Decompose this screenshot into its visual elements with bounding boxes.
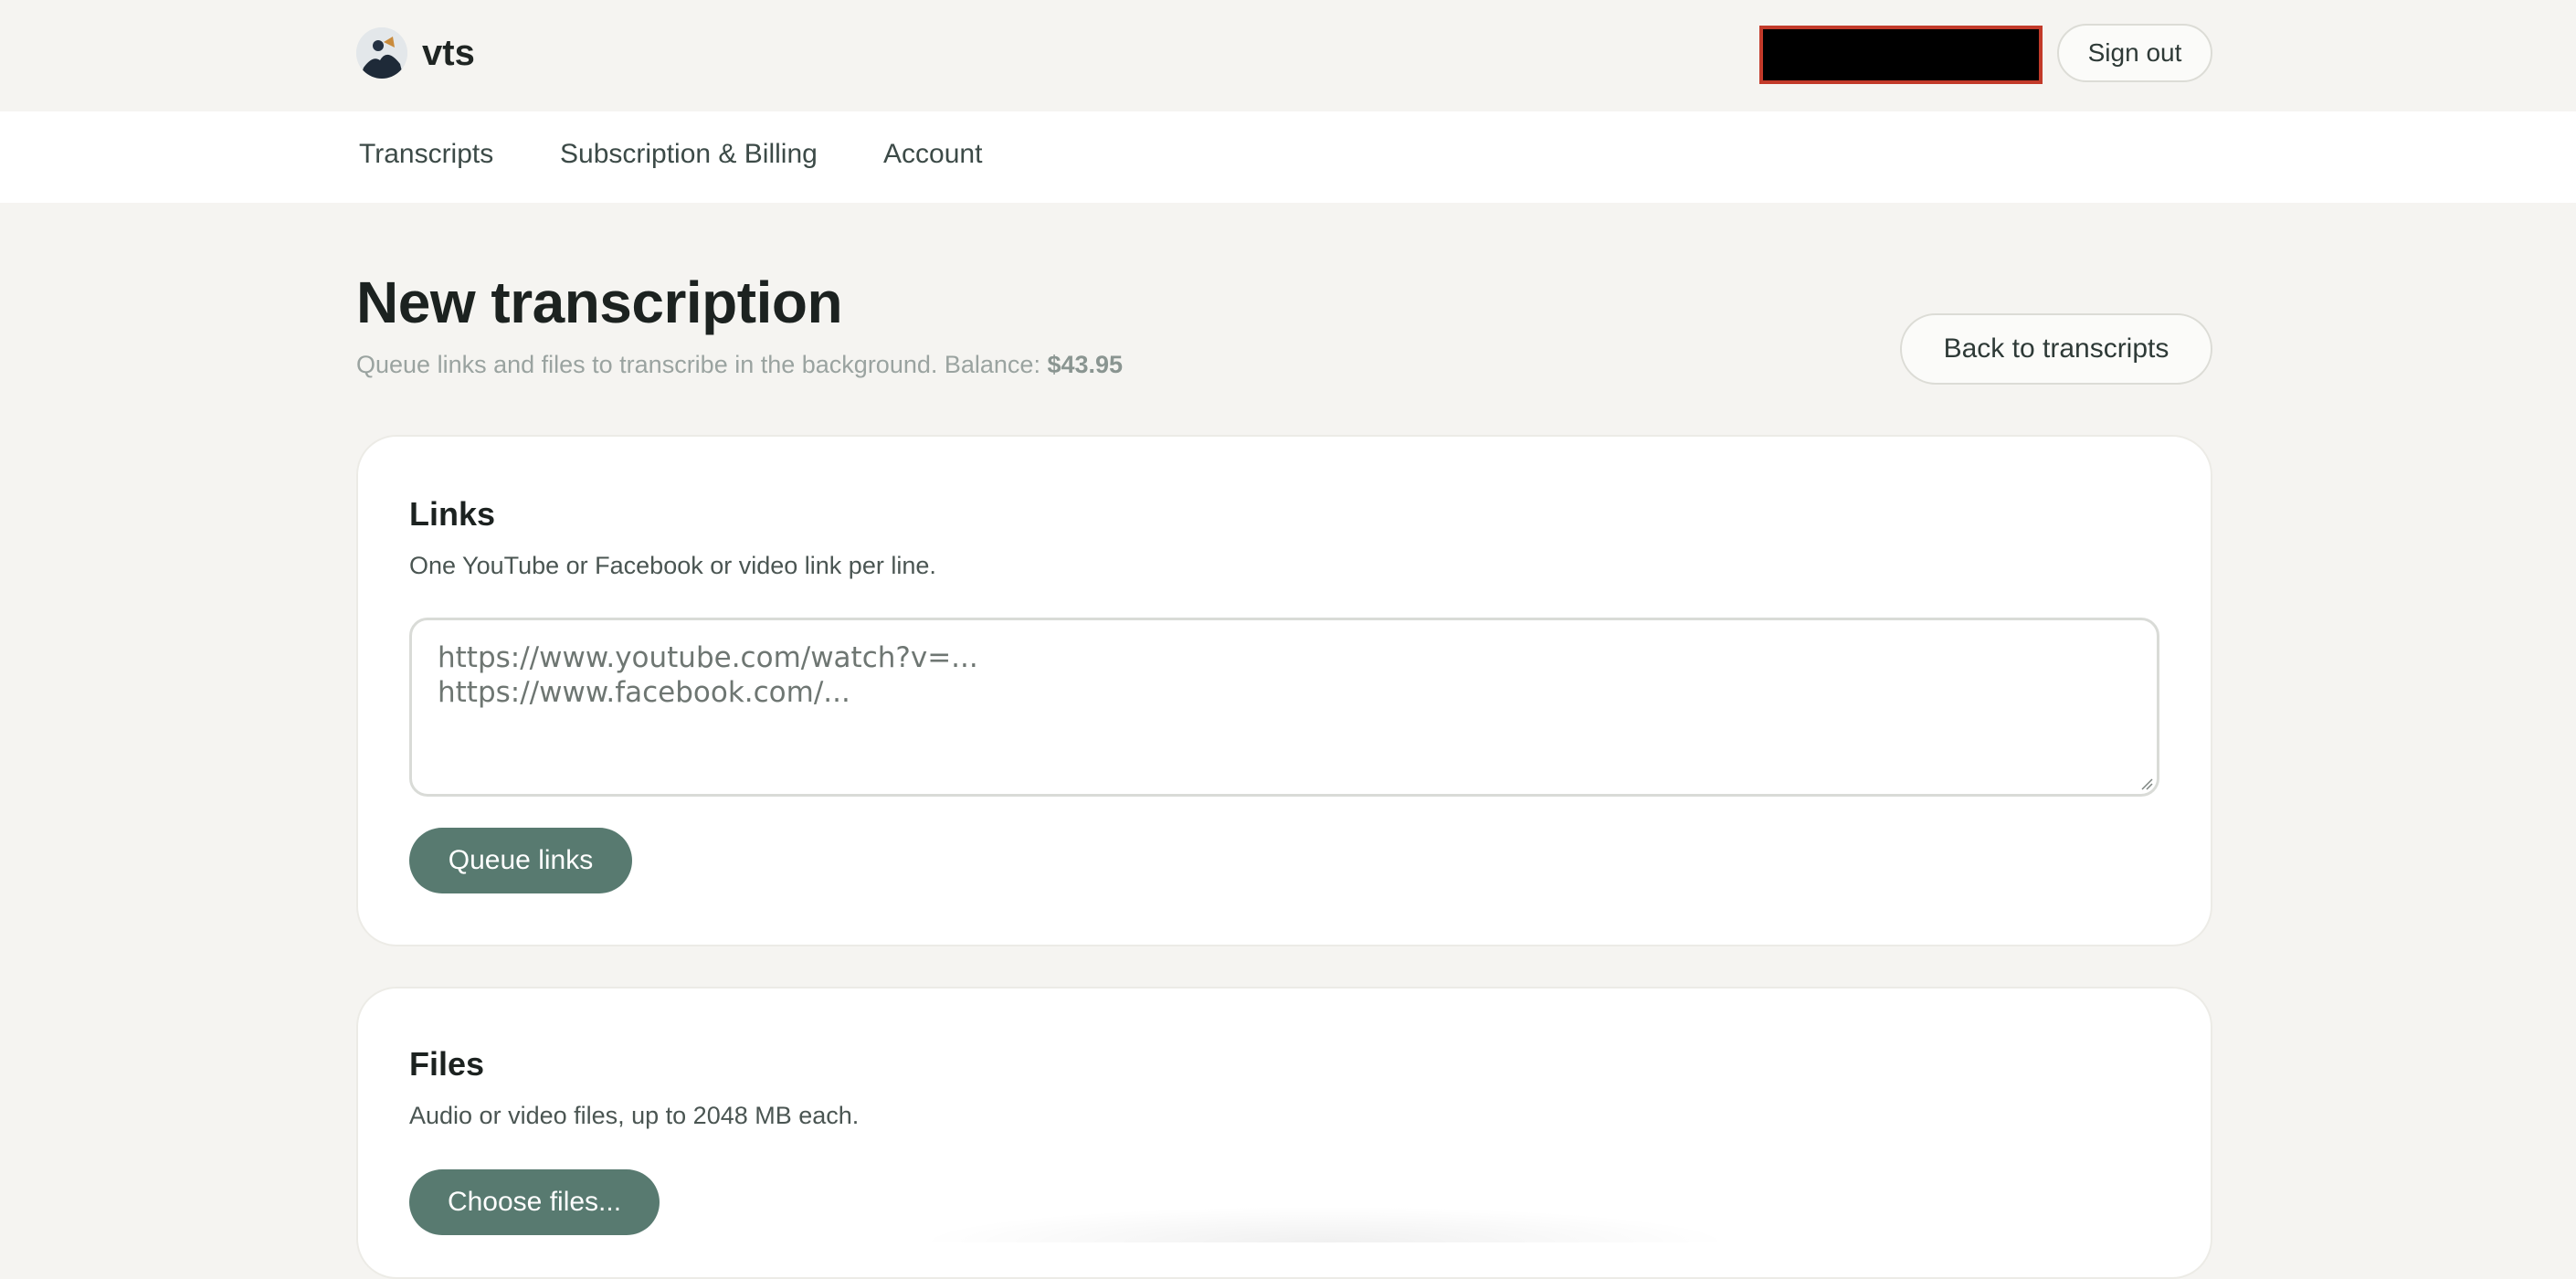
avatar [356,27,407,79]
back-to-transcripts-button[interactable]: Back to transcripts [1900,313,2212,385]
subtitle-text: Queue links and files to transcribe in t… [356,351,1048,378]
nav-item-subscription-billing[interactable]: Subscription & Billing [560,139,818,170]
bottom-shadow [913,1206,1736,1242]
sign-out-button[interactable]: Sign out [2057,24,2212,82]
links-card-description: One YouTube or Facebook or video link pe… [409,552,936,579]
placeholder-line-facebook: https://www.facebook.com/... [438,676,850,709]
files-card-title: Files [409,1045,485,1083]
brand-logo-link[interactable]: vts [356,27,475,79]
top-bar: vts Sign out [0,0,2576,111]
links-card-title: Links [409,495,496,533]
links-textarea[interactable]: https://www.youtube.com/watch?v=... http… [409,618,2159,797]
queue-links-button[interactable]: Queue links [409,828,632,893]
page-subtitle: Queue links and files to transcribe in t… [356,351,1123,379]
brand-name: vts [422,32,475,73]
nav-item-account[interactable]: Account [883,139,982,170]
placeholder-line-youtube: https://www.youtube.com/watch?v=... [438,641,978,674]
resize-handle-icon[interactable] [2140,777,2153,790]
balance-value: $43.95 [1047,351,1124,378]
links-card: Links One YouTube or Facebook or video l… [356,435,2212,946]
redacted-user-field [1759,26,2043,84]
main-nav: Transcripts Subscription & Billing Accou… [0,111,2576,203]
page-title: New transcription [356,270,843,335]
nav-item-transcripts[interactable]: Transcripts [359,139,493,170]
choose-files-button[interactable]: Choose files... [409,1169,660,1235]
files-card-description: Audio or video files, up to 2048 MB each… [409,1102,860,1129]
